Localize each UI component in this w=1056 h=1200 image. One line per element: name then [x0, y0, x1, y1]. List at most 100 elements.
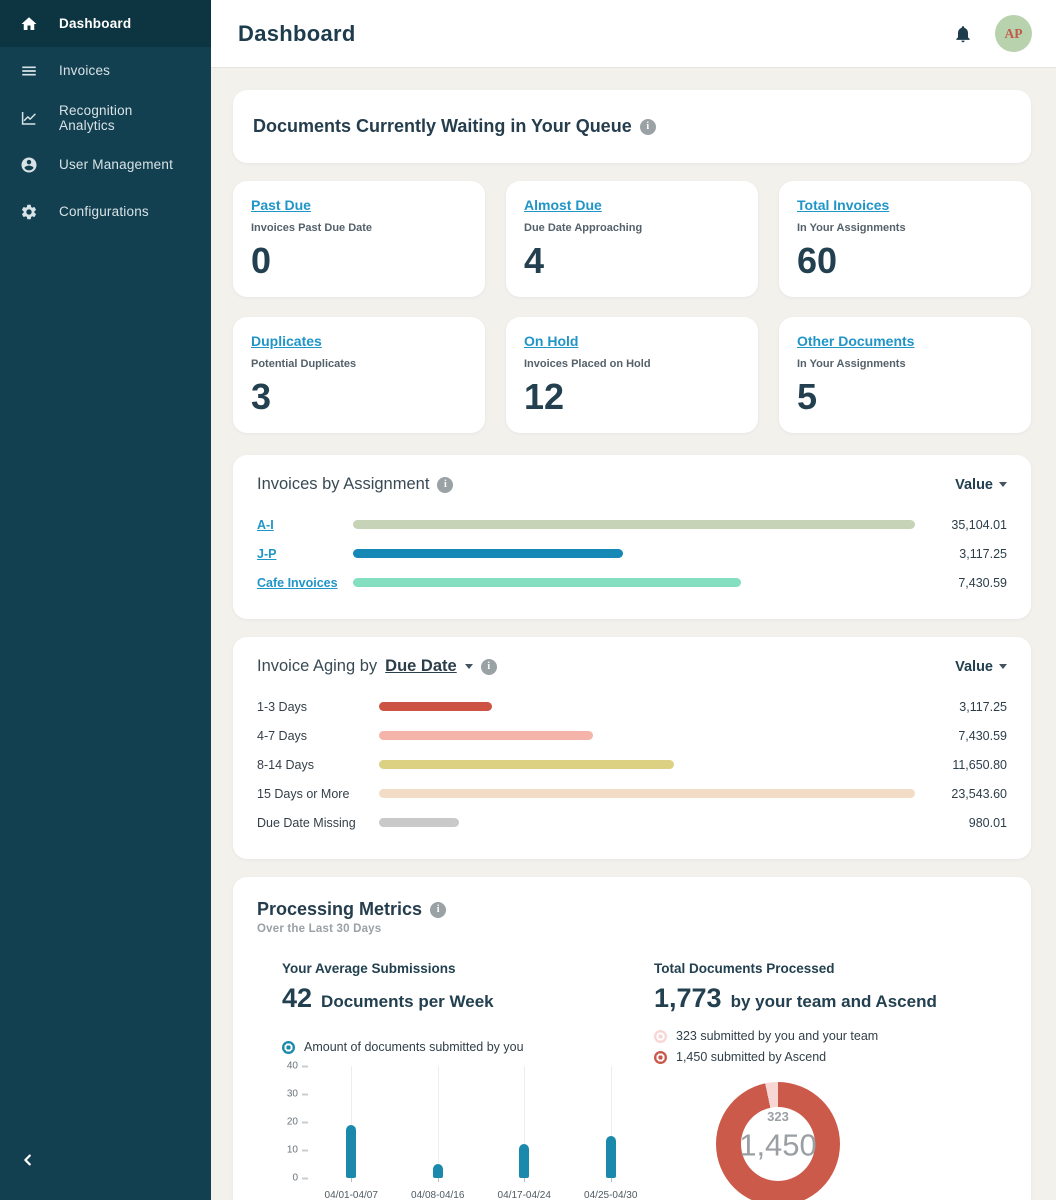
- avatar[interactable]: AP: [995, 15, 1032, 52]
- assignment-link-cafe-invoices[interactable]: Cafe Invoices: [257, 576, 353, 590]
- user-icon: [21, 157, 37, 172]
- notification-bell-icon[interactable]: [953, 23, 973, 45]
- aging-value: 980.01: [968, 815, 1007, 830]
- page-title: Dashboard: [238, 20, 356, 46]
- submissions-legend-label: Amount of documents submitted by you: [304, 1040, 524, 1054]
- chevron-down-icon: [999, 664, 1007, 669]
- aging-bar: [379, 731, 594, 740]
- stat-subtitle: Due Date Approaching: [524, 222, 643, 234]
- processing-metrics-card: Processing Metrics i Over the Last 30 Da…: [233, 877, 1031, 1200]
- bar-track: [353, 578, 915, 587]
- red-legend-dot-icon: [654, 1050, 667, 1064]
- submissions-section: Your Average Submissions 42 Documents pe…: [257, 961, 654, 1200]
- submissions-big-number: 42: [282, 983, 313, 1013]
- sidebar-item-user-management[interactable]: User Management: [0, 141, 211, 188]
- main-area: Dashboard AP Documents Currently Waiting…: [211, 0, 1056, 1200]
- processed-heading: Total Documents Processed: [654, 961, 835, 976]
- aging-bar: [379, 789, 915, 798]
- assignment-bar: [353, 578, 741, 587]
- past-due-link[interactable]: Past Due: [251, 197, 311, 213]
- stat-card-past-due: Past Due Invoices Past Due Date 0: [233, 181, 485, 297]
- aging-bar: [379, 818, 460, 827]
- aging-label: 1-3 Days: [257, 699, 308, 714]
- sidebar-item-label: Configurations: [59, 204, 149, 219]
- other-documents-link[interactable]: Other Documents: [797, 333, 914, 349]
- stat-value: 12: [524, 376, 565, 417]
- x-tick-label: 04/17-04/24: [497, 1190, 551, 1200]
- gear-icon: [21, 204, 37, 219]
- sidebar-item-configurations[interactable]: Configurations: [0, 188, 211, 235]
- stat-card-total-invoices: Total Invoices In Your Assignments 60: [779, 181, 1031, 297]
- bar-track: [379, 789, 915, 798]
- aging-row: Due Date Missing 980.01: [257, 808, 1007, 837]
- assignment-row: A-I 35,104.01: [257, 510, 1007, 539]
- sidebar-item-dashboard[interactable]: Dashboard: [0, 0, 211, 47]
- y-tick-label: 30: [286, 1088, 298, 1100]
- info-icon[interactable]: i: [639, 118, 656, 135]
- y-axis: 40 30 20 10 0: [282, 1061, 308, 1184]
- assignment-sort-dropdown[interactable]: Value: [955, 477, 1007, 493]
- invoices-by-assignment-card: Invoices by Assignment i Value A-I 35,10…: [233, 455, 1031, 619]
- aging-row: 4-7 Days 7,430.59: [257, 721, 1007, 750]
- submissions-heading: Your Average Submissions: [282, 961, 456, 976]
- bar-track: [379, 818, 915, 827]
- processing-metrics-subtitle: Over the Last 30 Days: [257, 923, 382, 935]
- submissions-bar: [519, 1144, 530, 1178]
- assignment-value: 3,117.25: [959, 546, 1007, 561]
- y-tick-label: 20: [286, 1116, 298, 1128]
- stat-value: 4: [524, 240, 545, 281]
- info-icon[interactable]: i: [437, 476, 454, 493]
- stat-value: 60: [797, 240, 838, 281]
- assignment-bar: [353, 549, 623, 558]
- submissions-bar: [346, 1124, 357, 1178]
- x-tick-label: 04/08-04/16: [411, 1190, 465, 1200]
- assignment-row: J-P 3,117.25: [257, 539, 1007, 568]
- submissions-bar: [605, 1136, 616, 1178]
- ascend-legend-label: 1,450 submitted by Ascend: [676, 1050, 827, 1064]
- assignment-row: Cafe Invoices 7,430.59: [257, 568, 1007, 597]
- documents-donut-chart: 323 1,450: [716, 1082, 840, 1200]
- donut-ascend-value: 1,450: [739, 1127, 817, 1163]
- aging-row: 1-3 Days 3,117.25: [257, 692, 1007, 721]
- stat-value: 0: [251, 240, 272, 281]
- queue-card-title: Documents Currently Waiting in Your Queu…: [253, 116, 632, 136]
- x-tick-label: 04/01-04/07: [324, 1190, 378, 1200]
- stat-value: 3: [251, 376, 272, 417]
- aging-bar: [379, 702, 492, 711]
- stat-subtitle: In Your Assignments: [797, 222, 906, 234]
- duplicates-link[interactable]: Duplicates: [251, 333, 322, 349]
- aging-dropdown[interactable]: Due Date: [385, 657, 457, 676]
- almost-due-link[interactable]: Almost Due: [524, 197, 602, 213]
- aging-label: 4-7 Days: [257, 728, 308, 743]
- info-icon[interactable]: i: [430, 901, 447, 918]
- stat-card-on-hold: On Hold Invoices Placed on Hold 12: [506, 317, 758, 433]
- aging-row: 8-14 Days 11,650.80: [257, 750, 1007, 779]
- aging-sort-dropdown[interactable]: Value: [955, 659, 1007, 675]
- bar-track: [353, 549, 915, 558]
- assignment-link-j-p[interactable]: J-P: [257, 547, 353, 561]
- sidebar-item-recognition-analytics[interactable]: Recognition Analytics: [0, 94, 211, 141]
- sidebar-item-invoices[interactable]: Invoices: [0, 47, 211, 94]
- stat-subtitle: Invoices Placed on Hold: [524, 358, 651, 370]
- invoice-aging-card: Invoice Aging by Due Date i Value 1-3 Da…: [233, 637, 1031, 859]
- processed-big-number: 1,773: [654, 983, 722, 1013]
- stat-subtitle: In Your Assignments: [797, 358, 906, 370]
- chevron-left-icon: [24, 1154, 31, 1166]
- on-hold-link[interactable]: On Hold: [524, 333, 578, 349]
- processed-big-label: by your team and Ascend: [730, 992, 937, 1011]
- assignment-value: 7,430.59: [958, 575, 1007, 590]
- line-chart-icon: [21, 111, 36, 125]
- submissions-bar: [432, 1164, 443, 1178]
- dashboard-content: Documents Currently Waiting in Your Queu…: [211, 68, 1056, 1200]
- sort-label-text: Value: [955, 476, 993, 493]
- pink-legend-dot-icon: [654, 1029, 667, 1043]
- sidebar-item-label: Recognition Analytics: [59, 102, 133, 133]
- submissions-legend: Amount of documents submitted by you: [282, 1040, 654, 1054]
- assignment-link-a-i[interactable]: A-I: [257, 518, 353, 532]
- home-icon: [21, 16, 37, 30]
- aging-label: Due Date Missing: [257, 815, 356, 830]
- info-icon[interactable]: i: [480, 658, 497, 675]
- sidebar-collapse-button[interactable]: [14, 1146, 42, 1174]
- total-invoices-link[interactable]: Total Invoices: [797, 197, 889, 213]
- bar-track: [379, 760, 915, 769]
